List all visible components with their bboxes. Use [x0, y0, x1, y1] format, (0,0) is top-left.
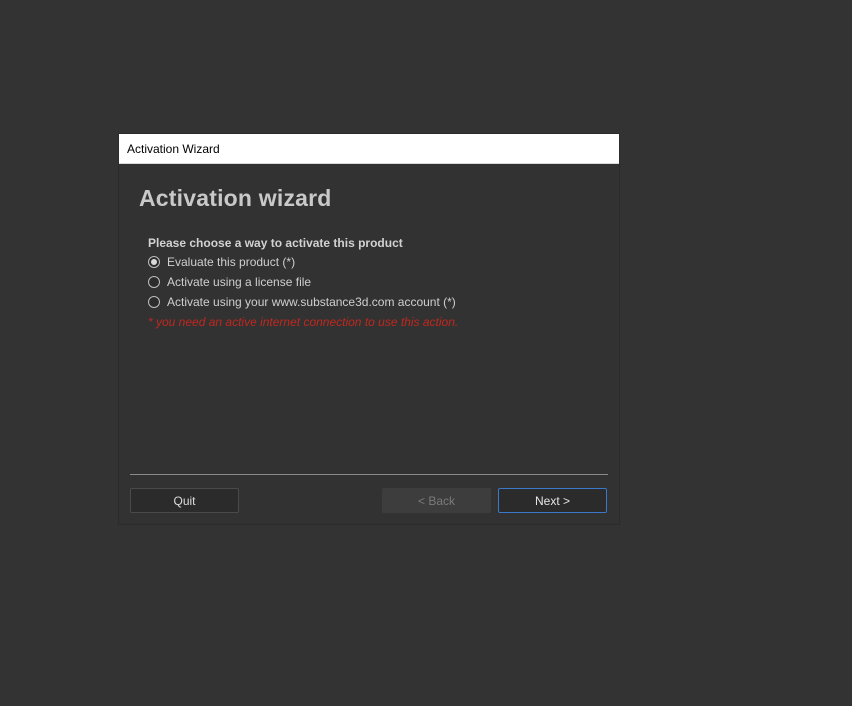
wizard-heading: Activation wizard [139, 185, 332, 211]
radio-license-file[interactable] [148, 276, 160, 288]
option-online-account[interactable]: Activate using your www.substance3d.com … [148, 294, 456, 310]
radio-online-account[interactable] [148, 296, 160, 308]
option-license-file-label: Activate using a license file [167, 275, 312, 289]
activation-prompt: Please choose a way to activate this pro… [148, 236, 403, 250]
radio-evaluate-selected[interactable] [148, 256, 160, 268]
option-license-file[interactable]: Activate using a license file [148, 274, 311, 290]
next-button[interactable]: Next > [498, 488, 607, 513]
option-evaluate[interactable]: Evaluate this product (*) [148, 254, 295, 270]
window-titlebar[interactable]: Activation Wizard [119, 134, 619, 164]
quit-button[interactable]: Quit [130, 488, 239, 513]
option-online-account-label: Activate using your www.substance3d.com … [167, 295, 456, 309]
button-separator [130, 474, 608, 475]
internet-required-note: * you need an active internet connection… [148, 315, 459, 329]
option-evaluate-label: Evaluate this product (*) [167, 255, 296, 269]
back-button[interactable]: < Back [382, 488, 491, 513]
window-title: Activation Wizard [127, 142, 220, 156]
activation-wizard-dialog: Activation Wizard Activation wizard Plea… [118, 133, 620, 525]
